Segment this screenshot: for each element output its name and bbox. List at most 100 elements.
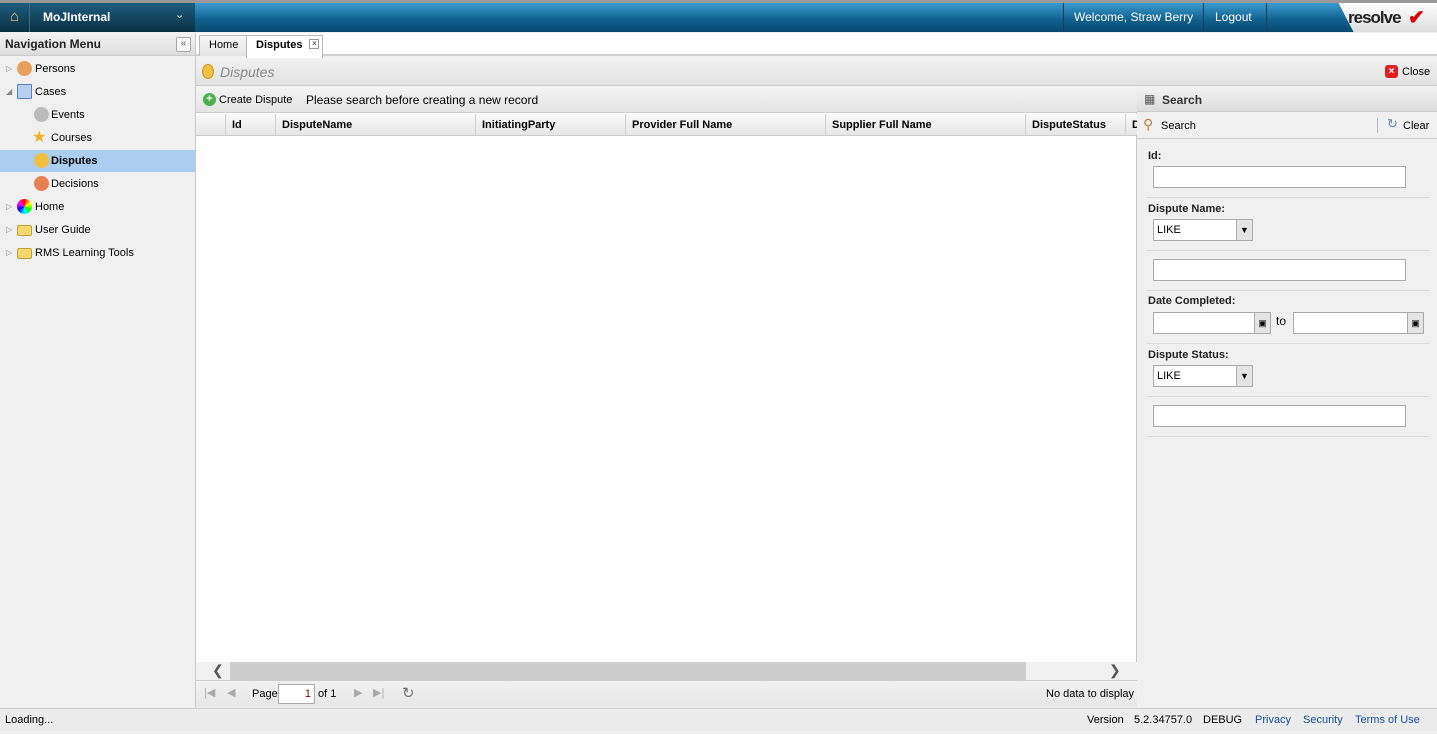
column-partial[interactable]: D: [1126, 114, 1137, 135]
close-icon[interactable]: ×: [1385, 65, 1398, 78]
nav-item-home[interactable]: ▷ Home: [0, 196, 195, 218]
nav-label: User Guide: [35, 224, 91, 236]
id-input[interactable]: [1153, 166, 1406, 188]
page-input[interactable]: 1: [278, 684, 315, 704]
scroll-right-icon[interactable]: ❯: [1109, 662, 1121, 679]
security-link[interactable]: Security: [1303, 709, 1343, 731]
column-id[interactable]: Id: [226, 114, 276, 135]
search-toolbar: ⚲ Search ↻ Clear: [1137, 113, 1437, 139]
date-from-input[interactable]: ▣: [1153, 312, 1271, 334]
nav-item-user-guide[interactable]: ▷ User Guide: [0, 219, 195, 241]
scroll-left-icon[interactable]: ❮: [212, 662, 224, 679]
nav-item-cases[interactable]: ◢ Cases: [0, 81, 195, 103]
dispute-name-label: Dispute Name:: [1148, 203, 1226, 215]
loading-text: Loading...: [5, 714, 54, 726]
navigation-menu: Navigation Menu « ▷ Persons ◢ Cases Events…: [0, 33, 196, 708]
page-label: Page: [252, 688, 278, 700]
chevron-down-icon[interactable]: ▼: [1236, 366, 1252, 386]
divider: [1147, 197, 1429, 198]
select-column[interactable]: [196, 114, 226, 135]
clear-icon[interactable]: ↻: [1387, 116, 1398, 132]
collapse-icon[interactable]: «: [176, 37, 191, 52]
tab-bar: Home Disputes ×: [196, 33, 1437, 58]
app-name[interactable]: MoJInternal: [43, 10, 110, 24]
column-provider-full-name[interactable]: Provider Full Name: [626, 114, 826, 135]
cases-icon: [17, 84, 32, 99]
version-number: 5.2.34757.0: [1134, 714, 1193, 726]
tab-disputes[interactable]: Disputes ×: [246, 35, 324, 58]
add-icon[interactable]: +: [203, 93, 216, 106]
create-dispute-button[interactable]: Create Dispute: [219, 94, 292, 106]
dispute-name-input[interactable]: [1153, 259, 1406, 281]
clear-button[interactable]: Clear: [1403, 120, 1429, 132]
close-button[interactable]: Close: [1402, 66, 1430, 78]
nav-label: Courses: [51, 132, 92, 144]
magnifier-icon[interactable]: ⚲: [1143, 116, 1153, 133]
star-icon: ★: [32, 129, 47, 146]
refresh-icon[interactable]: ↻: [402, 684, 415, 702]
dispute-status-label: Dispute Status:: [1148, 349, 1229, 361]
nav-item-decisions[interactable]: Decisions: [0, 173, 195, 195]
scrollbar-thumb[interactable]: [230, 662, 1026, 680]
logo-text: resolve: [1348, 8, 1402, 27]
selected-value: LIKE: [1157, 224, 1181, 236]
dispute-name-operator-select[interactable]: LIKE ▼: [1153, 219, 1253, 241]
tab-label: Disputes: [256, 39, 303, 51]
tab-home[interactable]: Home: [199, 35, 249, 56]
medal-icon: [34, 153, 49, 168]
paging-toolbar: |◀ ◀ Page 1 of 1 ▶ ▶| ↻ No data to displ…: [196, 680, 1137, 707]
search-panel: ▦ Search ⚲ Search ↻ Clear Id: Dispute Na…: [1137, 87, 1437, 707]
selected-value: LIKE: [1157, 370, 1181, 382]
folder-icon: [17, 248, 32, 259]
prev-page-icon[interactable]: ◀: [227, 686, 235, 699]
column-dispute-name[interactable]: DisputeName: [276, 114, 476, 135]
chevron-down-icon[interactable]: ⌄: [175, 8, 184, 21]
medal-icon: [202, 64, 214, 79]
nav-label: Decisions: [51, 178, 99, 190]
binoculars-icon: ▦: [1144, 92, 1156, 106]
search-title: Search: [1162, 93, 1203, 107]
calendar-icon[interactable]: ▣: [1407, 313, 1423, 333]
page-count: of 1: [318, 688, 337, 700]
date-completed-label: Date Completed:: [1148, 295, 1236, 307]
privacy-link[interactable]: Privacy: [1255, 709, 1291, 731]
nav-item-events[interactable]: Events: [0, 104, 195, 126]
search-button[interactable]: Search: [1161, 120, 1196, 132]
close-tab-icon[interactable]: ×: [309, 39, 320, 49]
column-dispute-status[interactable]: DisputeStatus: [1026, 114, 1126, 135]
first-page-icon[interactable]: |◀: [204, 686, 215, 699]
chevron-down-icon[interactable]: ▼: [1236, 220, 1252, 240]
divider: [1147, 436, 1429, 437]
divider: [1377, 118, 1378, 133]
expand-icon[interactable]: ▷: [6, 196, 12, 218]
terms-link[interactable]: Terms of Use: [1355, 709, 1420, 731]
grid-toolbar: + Create Dispute Please search before cr…: [196, 87, 1137, 113]
nav-item-persons[interactable]: ▷ Persons: [0, 58, 195, 80]
expand-icon[interactable]: ▷: [6, 219, 12, 241]
search-header: ▦ Search: [1137, 87, 1437, 112]
calendar-icon[interactable]: ▣: [1254, 313, 1270, 333]
expand-icon[interactable]: ▷: [6, 242, 12, 264]
nav-item-disputes[interactable]: Disputes: [0, 150, 195, 172]
home-icon[interactable]: ⌂: [0, 3, 30, 32]
paging-status: No data to display: [1046, 688, 1135, 700]
collapse-tree-icon[interactable]: ◢: [6, 81, 12, 103]
create-hint: Please search before creating a new reco…: [306, 93, 539, 107]
logout-link[interactable]: Logout: [1205, 3, 1267, 32]
date-to-label: to: [1276, 314, 1287, 328]
nav-label: Events: [51, 109, 85, 121]
nav-item-courses[interactable]: ★ Courses: [0, 127, 195, 149]
date-to-input[interactable]: ▣: [1293, 312, 1424, 334]
dispute-status-operator-select[interactable]: LIKE ▼: [1153, 365, 1253, 387]
nav-item-rms-learning-tools[interactable]: ▷ RMS Learning Tools: [0, 242, 195, 264]
id-label: Id:: [1148, 150, 1162, 162]
last-page-icon[interactable]: ▶|: [373, 686, 384, 699]
column-initiating-party[interactable]: InitiatingParty: [476, 114, 626, 135]
dispute-status-input[interactable]: [1153, 405, 1406, 427]
panel-header: Disputes × Close: [196, 58, 1437, 86]
column-supplier-full-name[interactable]: Supplier Full Name: [826, 114, 1026, 135]
expand-icon[interactable]: ▷: [6, 58, 12, 80]
next-page-icon[interactable]: ▶: [354, 686, 362, 699]
horizontal-scrollbar[interactable]: ❮ ❯: [196, 662, 1137, 680]
color-wheel-icon: [17, 199, 32, 214]
